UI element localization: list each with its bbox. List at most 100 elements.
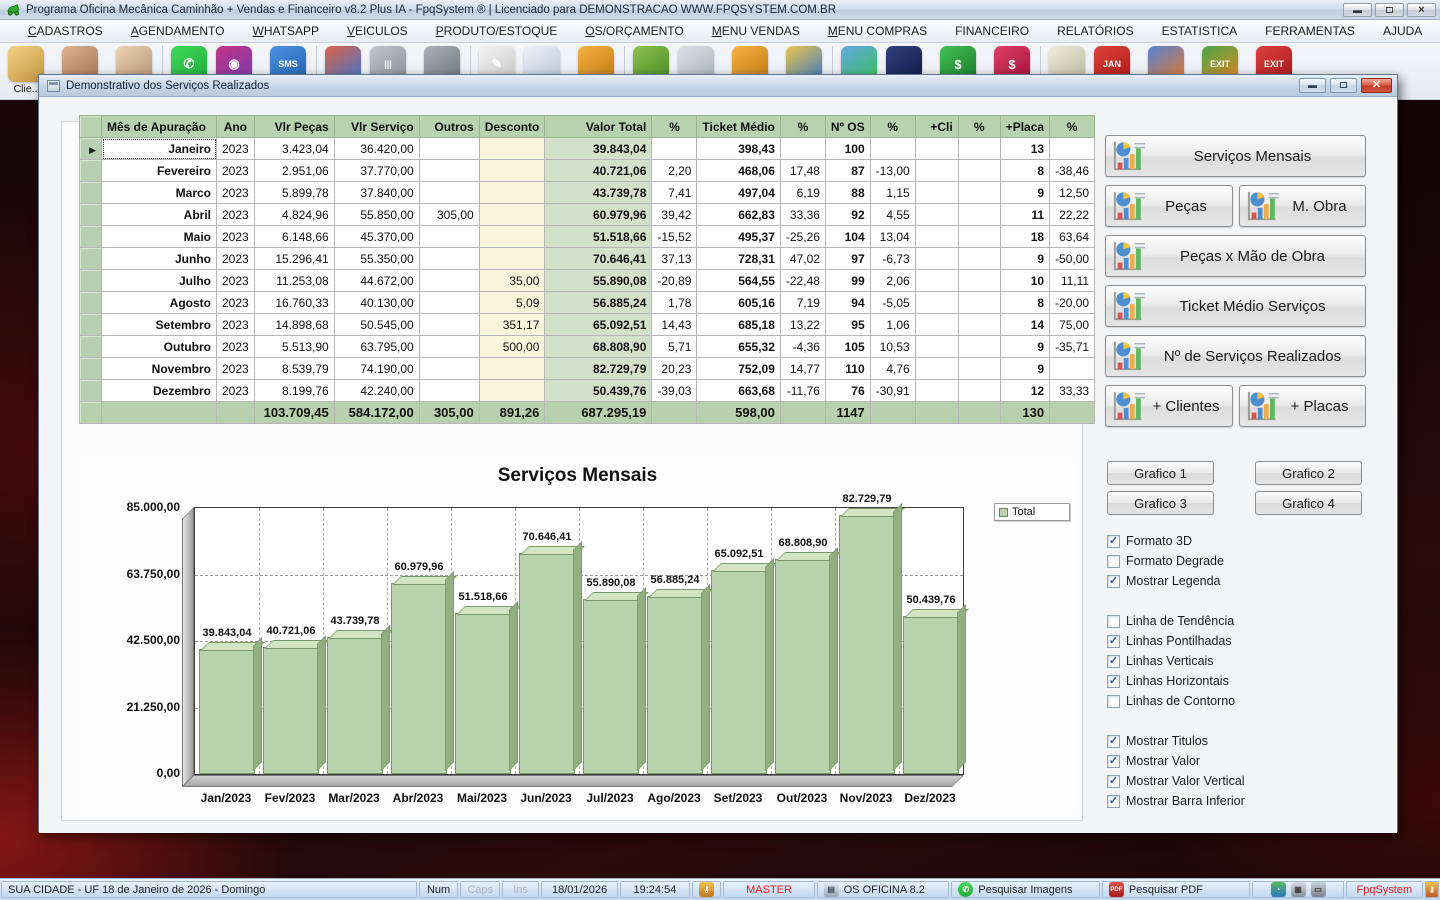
menu-item-menu-vendas[interactable]: MENU VENDAS [698,21,814,41]
pecas-button[interactable]: Peças [1105,185,1233,227]
menu-item-os-or-amento[interactable]: OS/ORÇAMENTO [571,21,697,41]
table-cell[interactable] [958,314,1000,336]
table-cell[interactable] [958,182,1000,204]
table-cell[interactable]: 1,06 [870,314,915,336]
menu-item-estatistica[interactable]: ESTATISTICA [1148,21,1252,41]
column-header-outros[interactable]: Outros [419,116,479,138]
table-cell[interactable]: 564,55 [697,270,780,292]
table-cell[interactable]: 2,06 [870,270,915,292]
num-servicos-button[interactable]: Nº de Serviços Realizados [1105,335,1366,377]
table-cell[interactable]: 662,83 [697,204,780,226]
table-cell[interactable] [419,270,479,292]
table-cell[interactable]: 2023 [217,270,255,292]
table-cell[interactable] [958,270,1000,292]
menu-item-financeiro[interactable]: FINANCEIRO [941,21,1043,41]
table-cell[interactable]: 51.518,66 [545,226,652,248]
table-cell[interactable]: Marco [102,182,217,204]
checkbox-linhas-de-contorno[interactable]: Linhas de Contorno [1107,691,1367,711]
table-cell[interactable]: 35,00 [479,270,545,292]
table-cell[interactable]: 8.539,79 [254,358,334,380]
table-cell[interactable]: 8 [1000,160,1049,182]
table-cell[interactable] [958,204,1000,226]
grafico-3-button[interactable]: Grafico 3 [1107,491,1214,515]
table-cell[interactable]: 14 [1000,314,1049,336]
table-cell[interactable] [419,292,479,314]
pecas-x-mao-obra-button[interactable]: Peças x Mão de Obra [1105,235,1366,277]
table-cell[interactable] [915,270,958,292]
table-cell[interactable]: 305,00 [419,204,479,226]
table-cell[interactable] [419,314,479,336]
table-cell[interactable] [915,204,958,226]
table-cell[interactable]: 70.646,41 [545,248,652,270]
checkbox-box[interactable]: ✓ [1107,655,1120,668]
table-cell[interactable]: 4.824,96 [254,204,334,226]
table-cell[interactable]: 42.240,00 [334,380,419,402]
table-cell[interactable]: 36.420,00 [334,138,419,160]
table-cell[interactable]: Maio [102,226,217,248]
table-cell[interactable]: 10 [1000,270,1049,292]
app-close-button[interactable]: × [1407,3,1436,17]
table-cell[interactable]: 1,15 [870,182,915,204]
table-cell[interactable]: 15.296,41 [254,248,334,270]
table-cell[interactable] [419,248,479,270]
table-cell[interactable]: 33,33 [1050,380,1095,402]
table-cell[interactable]: 11,11 [1050,270,1095,292]
table-cell[interactable]: 76 [825,380,870,402]
table-cell[interactable]: 468,06 [697,160,780,182]
table-cell[interactable] [419,380,479,402]
table-cell[interactable] [958,292,1000,314]
checkbox-box[interactable]: ✓ [1107,635,1120,648]
checkbox-box[interactable] [1107,615,1120,628]
table-cell[interactable]: 9 [1000,182,1049,204]
monitor-icon[interactable]: ▭ [1311,882,1326,897]
table-cell[interactable]: 12,50 [1050,182,1095,204]
table-cell[interactable]: 2023 [217,380,255,402]
table-row[interactable]: Dezembro20238.199,7642.240,0050.439,76-3… [80,380,1095,402]
table-cell[interactable] [479,248,545,270]
table-cell[interactable] [1050,138,1095,160]
checkbox-mostrar-titulos[interactable]: ✓Mostrar Titulos [1107,731,1367,751]
table-cell[interactable]: 33,36 [780,204,825,226]
table-cell[interactable]: -20,89 [652,270,697,292]
table-cell[interactable]: 5,09 [479,292,545,314]
table-cell[interactable]: 5,71 [652,336,697,358]
table-row[interactable]: Marco20235.899,7837.840,0043.739,787,414… [80,182,1095,204]
printer-icon[interactable]: ▦ [1291,882,1306,897]
placas-button[interactable]: + Placas [1239,385,1366,427]
table-cell[interactable] [915,248,958,270]
table-cell[interactable] [915,226,958,248]
table-cell[interactable] [915,314,958,336]
column-header-m-s-de-apura-o[interactable]: Mês de Apuração [102,116,217,138]
table-cell[interactable]: 6,19 [780,182,825,204]
table-row[interactable]: Junho202315.296,4155.350,0070.646,4137,1… [80,248,1095,270]
table-cell[interactable] [479,160,545,182]
table-cell[interactable] [958,336,1000,358]
table-cell[interactable]: Janeiro [102,138,217,160]
table-cell[interactable] [915,380,958,402]
menu-item-produto-estoque[interactable]: PRODUTO/ESTOQUE [422,21,572,41]
grafico-2-button[interactable]: Grafico 2 [1255,461,1362,485]
table-cell[interactable] [419,138,479,160]
dialog-titlebar[interactable]: Demonstrativo dos Serviços Realizados ▬ … [39,75,1397,97]
table-cell[interactable]: 685,18 [697,314,780,336]
table-cell[interactable]: 56.885,24 [545,292,652,314]
column-header-pct[interactable]: % [1050,116,1095,138]
table-cell[interactable]: -4,36 [780,336,825,358]
ticket-medio-button[interactable]: Ticket Médio Serviços [1105,285,1366,327]
checkbox-linha-de-tend-ncia[interactable]: Linha de Tendência [1107,611,1367,631]
checkbox-linhas-verticais[interactable]: ✓Linhas Verticais [1107,651,1367,671]
table-cell[interactable]: 105 [825,336,870,358]
table-cell[interactable]: 39,42 [652,204,697,226]
table-cell[interactable]: Julho [102,270,217,292]
table-cell[interactable]: 50.439,76 [545,380,652,402]
table-row[interactable]: Agosto202316.760,3340.130,005,0956.885,2… [80,292,1095,314]
menu-item-ferramentas[interactable]: FERRAMENTAS [1251,21,1369,41]
table-cell[interactable]: 17,48 [780,160,825,182]
table-row[interactable]: Julho202311.253,0844.672,0035,0055.890,0… [80,270,1095,292]
table-cell[interactable]: 11.253,08 [254,270,334,292]
table-cell[interactable]: 47,02 [780,248,825,270]
table-cell[interactable]: 16.760,33 [254,292,334,314]
table-cell[interactable]: Setembro [102,314,217,336]
table-cell[interactable]: 500,00 [479,336,545,358]
app-minimize-button[interactable]: ▬ [1343,3,1372,17]
